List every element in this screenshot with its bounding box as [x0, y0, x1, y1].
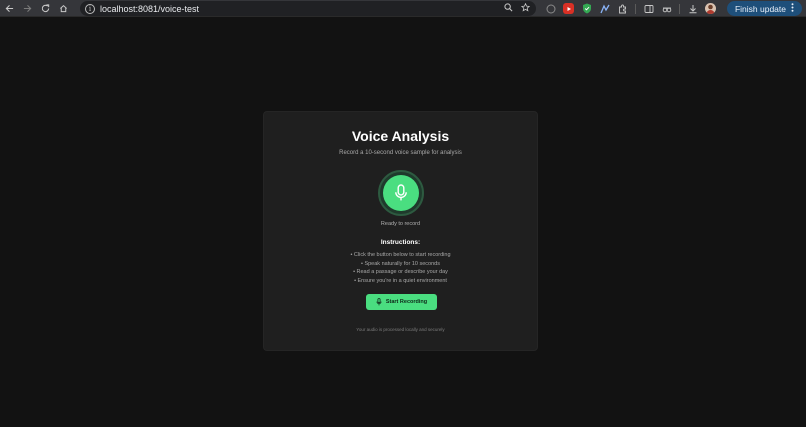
more-menu-icon[interactable]	[791, 3, 794, 14]
instruction-item: • Ensure you're in a quiet environment	[354, 278, 447, 285]
recording-status: Ready to record	[380, 221, 421, 227]
zoom-search-icon[interactable]	[504, 3, 513, 14]
shield-extension-icon[interactable]	[581, 3, 592, 14]
youtube-extension-icon[interactable]	[563, 3, 574, 14]
incognito-icon[interactable]	[661, 3, 672, 14]
puzzle-extensions-icon[interactable]	[617, 3, 628, 14]
instruction-item: • Click the button below to start record…	[350, 252, 451, 258]
profile-avatar-icon[interactable]	[705, 3, 716, 14]
page-subtitle: Record a 10-second voice sample for anal…	[339, 150, 462, 156]
page-title: Voice Analysis	[351, 128, 450, 144]
download-icon[interactable]	[687, 3, 698, 14]
finish-update-button[interactable]: Finish update	[726, 1, 802, 16]
back-icon[interactable]	[0, 0, 18, 17]
browser-toolbar: i localhost:8081/voice-test Finish updat…	[0, 0, 806, 17]
home-icon[interactable]	[54, 0, 72, 17]
microphone-small-icon	[376, 298, 382, 306]
toolbar-separator	[635, 3, 636, 14]
instructions-title: Instructions:	[380, 239, 421, 246]
privacy-note: Your audio is processed locally and secu…	[356, 327, 445, 332]
instruction-item: • Read a passage or describe your day	[353, 269, 448, 276]
start-recording-label: Start Recording	[385, 299, 428, 305]
reading-list-icon[interactable]	[643, 3, 654, 14]
toolbar-separator	[679, 3, 680, 14]
microphone-icon	[395, 184, 407, 201]
site-info-icon[interactable]: i	[85, 3, 95, 14]
analytics-extension-icon[interactable]	[599, 3, 610, 14]
instructions-list: • Click the button below to start record…	[264, 251, 537, 286]
extension-circle-icon[interactable]	[545, 3, 556, 14]
start-recording-button[interactable]: Start Recording	[366, 294, 437, 310]
voice-analysis-card: Voice Analysis Record a 10-second voice …	[263, 111, 538, 351]
address-bar[interactable]: i localhost:8081/voice-test	[80, 1, 536, 16]
finish-update-label: Finish update	[734, 3, 786, 14]
microphone-button[interactable]	[383, 175, 419, 211]
instruction-item: • Speak naturally for 10 seconds	[361, 260, 440, 267]
microphone-button-ring	[378, 170, 424, 216]
forward-icon[interactable]	[18, 0, 36, 17]
extensions-area	[545, 0, 716, 17]
reload-icon[interactable]	[36, 0, 54, 17]
url-text: localhost:8081/voice-test	[100, 3, 200, 14]
bookmark-star-icon[interactable]	[520, 2, 531, 14]
